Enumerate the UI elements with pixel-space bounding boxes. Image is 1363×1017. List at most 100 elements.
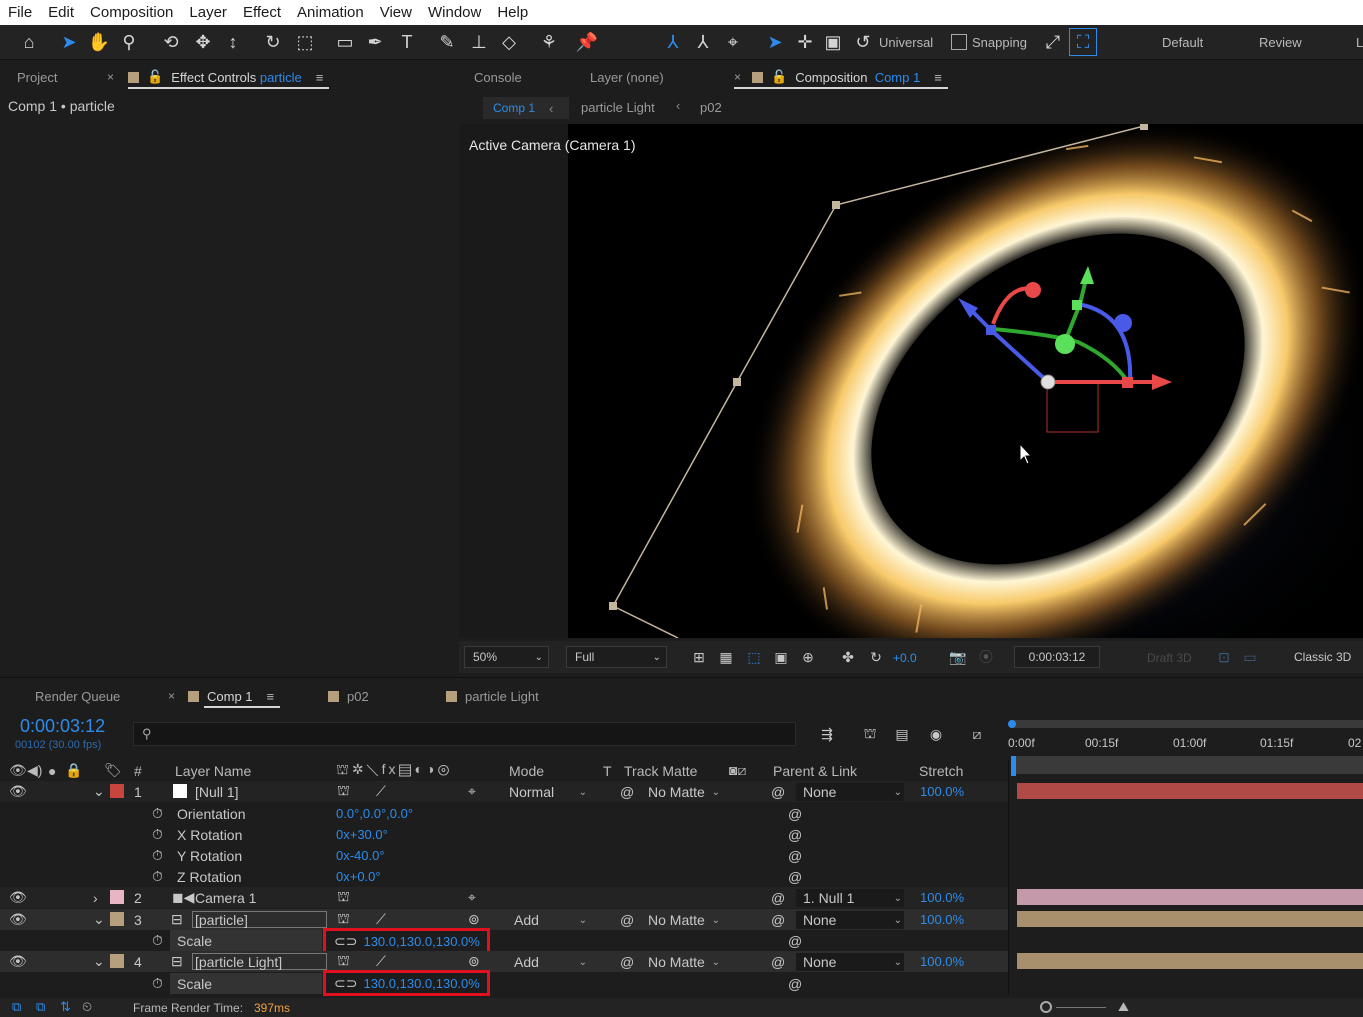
- type-tool-icon[interactable]: T: [394, 29, 420, 55]
- layer-row[interactable]: 👁 ⌄ 1 [Null 1] ⛫ ⟋ ⌖ Normal ⌄ @ No Matte ⌄…: [0, 781, 1008, 802]
- gizmo-move-icon[interactable]: ✛: [792, 29, 818, 55]
- menu-edit[interactable]: Edit: [40, 4, 82, 21]
- extend-snapping-icon[interactable]: ⛶: [1069, 28, 1097, 56]
- layer-name[interactable]: [Null 1]: [195, 781, 239, 802]
- stopwatch-icon[interactable]: ⏱: [152, 930, 163, 951]
- grid-guides-icon[interactable]: ⊕: [799, 649, 817, 665]
- draft-3d-toggle[interactable]: Draft 3D: [1147, 651, 1192, 665]
- constrain-link-icon[interactable]: ⊂⊃: [334, 975, 357, 992]
- transparency-grid-icon[interactable]: ▦: [717, 649, 735, 665]
- header-layer-name[interactable]: Layer Name: [175, 760, 251, 781]
- zoom-in-icon[interactable]: ⛰: [1118, 999, 1129, 1015]
- parent-dropdown[interactable]: None ⌄: [796, 953, 904, 971]
- link-icon[interactable]: @: [620, 951, 634, 972]
- tab-project[interactable]: Project: [17, 62, 57, 92]
- toggle-inout-icon[interactable]: ⇅: [60, 999, 71, 1015]
- chevron-down-icon[interactable]: ⌄: [93, 909, 105, 930]
- timeline-ruler[interactable]: [1012, 756, 1363, 774]
- layer-bar-particle-light[interactable]: [1017, 953, 1363, 969]
- stopwatch-icon[interactable]: ⏱: [152, 866, 163, 887]
- gizmo-scale-icon[interactable]: ▣: [820, 29, 846, 55]
- snapping-checkbox[interactable]: [951, 34, 967, 50]
- layer-bar-null[interactable]: [1017, 783, 1363, 799]
- snapshot-icon[interactable]: 📷: [949, 649, 967, 665]
- view-axis-icon[interactable]: ⌖: [720, 29, 746, 55]
- universal-label[interactable]: Universal: [879, 35, 933, 50]
- tab-particle-light[interactable]: particle Light: [446, 681, 539, 711]
- 3d-layer-icon[interactable]: ⌖: [468, 887, 476, 908]
- stretch-value[interactable]: 100.0%: [920, 887, 964, 908]
- track-matte-dropdown[interactable]: No Matte ⌄: [648, 783, 722, 801]
- scale-value-highlight[interactable]: ⊂⊃ 130.0,130.0,130.0%: [323, 928, 490, 954]
- menu-composition[interactable]: Composition: [82, 4, 181, 21]
- menu-effect[interactable]: Effect: [235, 4, 289, 21]
- show-snapshot-icon[interactable]: ⦿: [977, 649, 995, 665]
- menu-file[interactable]: File: [0, 4, 40, 21]
- frame-blending-icon[interactable]: ▤: [893, 726, 911, 742]
- selection-tool-icon[interactable]: ➤: [56, 29, 82, 55]
- chevron-down-icon[interactable]: ⌄: [93, 951, 105, 972]
- brush-tool-icon[interactable]: ✎: [434, 29, 460, 55]
- zoom-tool-icon[interactable]: ⚲: [116, 29, 142, 55]
- 3d-ground-plane-icon[interactable]: ⊡: [1215, 649, 1233, 665]
- shy-icon[interactable]: ⛫: [337, 951, 350, 972]
- work-area-bar[interactable]: [1010, 720, 1363, 728]
- close-icon[interactable]: ×: [168, 681, 187, 711]
- zoom-slider-handle[interactable]: [1040, 1001, 1052, 1013]
- tab-comp1[interactable]: Comp 1 ≡: [188, 681, 281, 711]
- search-input[interactable]: ⚲: [133, 722, 796, 746]
- parent-dropdown[interactable]: None ⌄: [796, 911, 904, 929]
- eye-icon[interactable]: 👁: [9, 909, 27, 930]
- pickwhip-icon[interactable]: @: [788, 930, 802, 951]
- quality-icon[interactable]: ⟋: [376, 909, 386, 930]
- dolly-camera-icon[interactable]: ↕: [220, 29, 246, 55]
- tab-effect-controls[interactable]: 🔓 Effect Controls particle ≡: [128, 62, 330, 92]
- pan-camera-icon[interactable]: ✥: [190, 29, 216, 55]
- quality-icon[interactable]: ⟋: [376, 951, 386, 972]
- eye-icon[interactable]: 👁: [9, 781, 27, 802]
- pickwhip-icon[interactable]: @: [788, 803, 802, 824]
- pan-behind-icon[interactable]: ⬚: [292, 29, 318, 55]
- tab-render-queue[interactable]: Render Queue: [35, 681, 120, 711]
- current-time[interactable]: 0:00:03:12: [20, 716, 105, 737]
- menu-window[interactable]: Window: [420, 4, 489, 21]
- link-icon[interactable]: @: [620, 909, 634, 930]
- mode-dropdown[interactable]: Add ⌄: [509, 911, 589, 929]
- label-color[interactable]: [110, 890, 124, 904]
- link-icon[interactable]: @: [620, 781, 634, 802]
- panel-menu-icon[interactable]: ≡: [934, 70, 942, 85]
- tab-composition[interactable]: 🔓 Composition Comp 1 ≡: [734, 62, 948, 92]
- chevron-right-icon[interactable]: ›: [93, 887, 98, 908]
- work-area-start[interactable]: [1008, 720, 1016, 728]
- eraser-tool-icon[interactable]: ◇: [496, 29, 522, 55]
- toggle-switches-icon[interactable]: ⧉: [12, 999, 21, 1015]
- scale-value-highlight[interactable]: ⊂⊃ 130.0,130.0,130.0%: [323, 970, 490, 996]
- stretch-value[interactable]: 100.0%: [920, 781, 964, 802]
- motion-blur-icon[interactable]: ◉: [927, 726, 945, 742]
- track-matte-dropdown[interactable]: No Matte ⌄: [648, 911, 722, 929]
- workspace-default[interactable]: Default: [1162, 35, 1203, 50]
- close-icon[interactable]: ×: [107, 62, 126, 92]
- tab-p02[interactable]: p02: [328, 681, 369, 711]
- home-icon[interactable]: ⌂: [16, 29, 42, 55]
- workspace-more[interactable]: L: [1356, 35, 1363, 50]
- label-color[interactable]: [110, 784, 124, 798]
- constrain-link-icon[interactable]: ⊂⊃: [334, 933, 357, 950]
- tab-layer[interactable]: Layer (none): [590, 62, 664, 92]
- stopwatch-icon[interactable]: ⏱: [152, 973, 163, 994]
- 3d-layer-icon[interactable]: ⌖: [468, 781, 476, 802]
- path-keyframe[interactable]: [1140, 124, 1148, 130]
- layer-bar-camera[interactable]: [1017, 889, 1363, 905]
- track-matte-dropdown[interactable]: No Matte ⌄: [648, 953, 722, 971]
- graph-editor-icon[interactable]: ⧄: [968, 726, 986, 742]
- workspace-review[interactable]: Review: [1259, 35, 1302, 50]
- pickwhip-icon[interactable]: @: [771, 951, 785, 972]
- scale-value[interactable]: 130.0,130.0,130.0%: [363, 934, 479, 949]
- resolution-dropdown[interactable]: Full ⌄: [566, 646, 667, 668]
- render-time-icon[interactable]: ⏲: [82, 999, 92, 1015]
- shy-icon[interactable]: ⛫: [337, 781, 350, 802]
- layer-row[interactable]: 👁 ⌄ 3 ⊟ [particle] ⛫ ⟋ ⊚ Add ⌄ @ No Matte…: [0, 909, 1008, 930]
- stopwatch-icon[interactable]: ⏱: [152, 824, 163, 845]
- reset-exposure-icon[interactable]: ↻: [867, 649, 885, 665]
- snap-feature-icon[interactable]: ⤢: [1040, 29, 1066, 55]
